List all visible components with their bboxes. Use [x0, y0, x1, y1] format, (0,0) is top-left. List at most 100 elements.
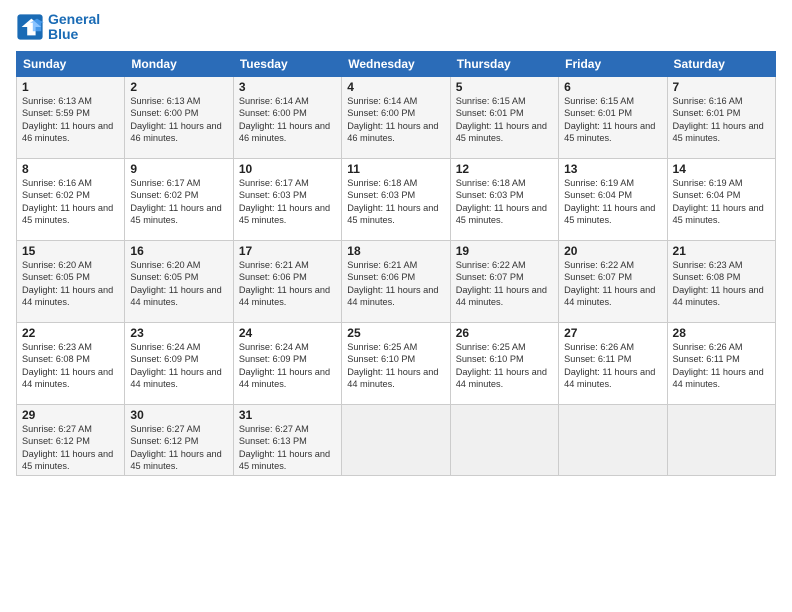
- day-number: 23: [130, 326, 227, 340]
- calendar-day-header: Friday: [559, 51, 667, 76]
- day-number: 2: [130, 80, 227, 94]
- calendar-week-row: 22 Sunrise: 6:23 AM Sunset: 6:08 PM Dayl…: [17, 322, 776, 404]
- day-number: 22: [22, 326, 119, 340]
- calendar-cell: 3 Sunrise: 6:14 AM Sunset: 6:00 PM Dayli…: [233, 76, 341, 158]
- day-number: 27: [564, 326, 661, 340]
- calendar-cell: 22 Sunrise: 6:23 AM Sunset: 6:08 PM Dayl…: [17, 322, 125, 404]
- day-number: 13: [564, 162, 661, 176]
- calendar-day-header: Monday: [125, 51, 233, 76]
- day-number: 29: [22, 408, 119, 422]
- calendar-day-header: Wednesday: [342, 51, 450, 76]
- day-number: 16: [130, 244, 227, 258]
- logo-blue: Blue: [48, 27, 100, 42]
- day-number: 3: [239, 80, 336, 94]
- day-info: Sunrise: 6:13 AM Sunset: 6:00 PM Dayligh…: [130, 95, 227, 145]
- day-number: 4: [347, 80, 444, 94]
- calendar-cell: 12 Sunrise: 6:18 AM Sunset: 6:03 PM Dayl…: [450, 158, 558, 240]
- day-number: 10: [239, 162, 336, 176]
- calendar-cell: [559, 404, 667, 476]
- day-info: Sunrise: 6:24 AM Sunset: 6:09 PM Dayligh…: [239, 341, 336, 391]
- calendar-cell: 23 Sunrise: 6:24 AM Sunset: 6:09 PM Dayl…: [125, 322, 233, 404]
- day-number: 21: [673, 244, 770, 258]
- day-info: Sunrise: 6:22 AM Sunset: 6:07 PM Dayligh…: [456, 259, 553, 309]
- day-info: Sunrise: 6:18 AM Sunset: 6:03 PM Dayligh…: [347, 177, 444, 227]
- day-number: 18: [347, 244, 444, 258]
- calendar-cell: 20 Sunrise: 6:22 AM Sunset: 6:07 PM Dayl…: [559, 240, 667, 322]
- day-info: Sunrise: 6:24 AM Sunset: 6:09 PM Dayligh…: [130, 341, 227, 391]
- logo-icon: [16, 13, 44, 41]
- day-info: Sunrise: 6:25 AM Sunset: 6:10 PM Dayligh…: [456, 341, 553, 391]
- day-number: 15: [22, 244, 119, 258]
- calendar-body: 1 Sunrise: 6:13 AM Sunset: 5:59 PM Dayli…: [17, 76, 776, 476]
- day-number: 11: [347, 162, 444, 176]
- day-info: Sunrise: 6:27 AM Sunset: 6:12 PM Dayligh…: [22, 423, 119, 473]
- calendar-cell: 14 Sunrise: 6:19 AM Sunset: 6:04 PM Dayl…: [667, 158, 775, 240]
- day-number: 1: [22, 80, 119, 94]
- day-number: 14: [673, 162, 770, 176]
- day-info: Sunrise: 6:26 AM Sunset: 6:11 PM Dayligh…: [564, 341, 661, 391]
- day-info: Sunrise: 6:25 AM Sunset: 6:10 PM Dayligh…: [347, 341, 444, 391]
- day-info: Sunrise: 6:18 AM Sunset: 6:03 PM Dayligh…: [456, 177, 553, 227]
- day-info: Sunrise: 6:15 AM Sunset: 6:01 PM Dayligh…: [564, 95, 661, 145]
- day-info: Sunrise: 6:19 AM Sunset: 6:04 PM Dayligh…: [564, 177, 661, 227]
- calendar-cell: 10 Sunrise: 6:17 AM Sunset: 6:03 PM Dayl…: [233, 158, 341, 240]
- calendar-cell: 8 Sunrise: 6:16 AM Sunset: 6:02 PM Dayli…: [17, 158, 125, 240]
- day-number: 12: [456, 162, 553, 176]
- day-info: Sunrise: 6:21 AM Sunset: 6:06 PM Dayligh…: [347, 259, 444, 309]
- calendar-cell: 4 Sunrise: 6:14 AM Sunset: 6:00 PM Dayli…: [342, 76, 450, 158]
- calendar-week-row: 29 Sunrise: 6:27 AM Sunset: 6:12 PM Dayl…: [17, 404, 776, 476]
- calendar-cell: 11 Sunrise: 6:18 AM Sunset: 6:03 PM Dayl…: [342, 158, 450, 240]
- day-number: 17: [239, 244, 336, 258]
- calendar-page: General Blue SundayMondayTuesdayWednesda…: [0, 0, 792, 612]
- day-info: Sunrise: 6:23 AM Sunset: 6:08 PM Dayligh…: [673, 259, 770, 309]
- day-info: Sunrise: 6:21 AM Sunset: 6:06 PM Dayligh…: [239, 259, 336, 309]
- day-number: 28: [673, 326, 770, 340]
- day-info: Sunrise: 6:27 AM Sunset: 6:13 PM Dayligh…: [239, 423, 336, 473]
- day-number: 19: [456, 244, 553, 258]
- calendar-cell: 18 Sunrise: 6:21 AM Sunset: 6:06 PM Dayl…: [342, 240, 450, 322]
- calendar-cell: 2 Sunrise: 6:13 AM Sunset: 6:00 PM Dayli…: [125, 76, 233, 158]
- day-info: Sunrise: 6:14 AM Sunset: 6:00 PM Dayligh…: [239, 95, 336, 145]
- calendar-cell: 9 Sunrise: 6:17 AM Sunset: 6:02 PM Dayli…: [125, 158, 233, 240]
- calendar-header-row: SundayMondayTuesdayWednesdayThursdayFrid…: [17, 51, 776, 76]
- day-info: Sunrise: 6:20 AM Sunset: 6:05 PM Dayligh…: [130, 259, 227, 309]
- calendar-cell: 15 Sunrise: 6:20 AM Sunset: 6:05 PM Dayl…: [17, 240, 125, 322]
- day-number: 8: [22, 162, 119, 176]
- day-number: 30: [130, 408, 227, 422]
- day-number: 9: [130, 162, 227, 176]
- day-info: Sunrise: 6:15 AM Sunset: 6:01 PM Dayligh…: [456, 95, 553, 145]
- day-number: 31: [239, 408, 336, 422]
- calendar-cell: [342, 404, 450, 476]
- calendar-cell: 19 Sunrise: 6:22 AM Sunset: 6:07 PM Dayl…: [450, 240, 558, 322]
- day-number: 5: [456, 80, 553, 94]
- calendar-cell: 26 Sunrise: 6:25 AM Sunset: 6:10 PM Dayl…: [450, 322, 558, 404]
- day-number: 7: [673, 80, 770, 94]
- day-number: 6: [564, 80, 661, 94]
- day-info: Sunrise: 6:16 AM Sunset: 6:01 PM Dayligh…: [673, 95, 770, 145]
- calendar-cell: 5 Sunrise: 6:15 AM Sunset: 6:01 PM Dayli…: [450, 76, 558, 158]
- calendar-cell: 27 Sunrise: 6:26 AM Sunset: 6:11 PM Dayl…: [559, 322, 667, 404]
- calendar-cell: 24 Sunrise: 6:24 AM Sunset: 6:09 PM Dayl…: [233, 322, 341, 404]
- logo: General Blue: [16, 12, 100, 43]
- calendar-day-header: Thursday: [450, 51, 558, 76]
- day-info: Sunrise: 6:27 AM Sunset: 6:12 PM Dayligh…: [130, 423, 227, 473]
- day-info: Sunrise: 6:13 AM Sunset: 5:59 PM Dayligh…: [22, 95, 119, 145]
- logo-general: General: [48, 11, 100, 27]
- day-info: Sunrise: 6:23 AM Sunset: 6:08 PM Dayligh…: [22, 341, 119, 391]
- day-number: 26: [456, 326, 553, 340]
- calendar-cell: 31 Sunrise: 6:27 AM Sunset: 6:13 PM Dayl…: [233, 404, 341, 476]
- calendar-cell: 7 Sunrise: 6:16 AM Sunset: 6:01 PM Dayli…: [667, 76, 775, 158]
- calendar-cell: 6 Sunrise: 6:15 AM Sunset: 6:01 PM Dayli…: [559, 76, 667, 158]
- calendar-cell: 17 Sunrise: 6:21 AM Sunset: 6:06 PM Dayl…: [233, 240, 341, 322]
- calendar-cell: [450, 404, 558, 476]
- day-info: Sunrise: 6:16 AM Sunset: 6:02 PM Dayligh…: [22, 177, 119, 227]
- calendar-cell: 29 Sunrise: 6:27 AM Sunset: 6:12 PM Dayl…: [17, 404, 125, 476]
- calendar-cell: 16 Sunrise: 6:20 AM Sunset: 6:05 PM Dayl…: [125, 240, 233, 322]
- calendar-cell: 28 Sunrise: 6:26 AM Sunset: 6:11 PM Dayl…: [667, 322, 775, 404]
- calendar-cell: [667, 404, 775, 476]
- day-info: Sunrise: 6:22 AM Sunset: 6:07 PM Dayligh…: [564, 259, 661, 309]
- calendar-cell: 1 Sunrise: 6:13 AM Sunset: 5:59 PM Dayli…: [17, 76, 125, 158]
- day-info: Sunrise: 6:26 AM Sunset: 6:11 PM Dayligh…: [673, 341, 770, 391]
- calendar-cell: 25 Sunrise: 6:25 AM Sunset: 6:10 PM Dayl…: [342, 322, 450, 404]
- day-info: Sunrise: 6:17 AM Sunset: 6:03 PM Dayligh…: [239, 177, 336, 227]
